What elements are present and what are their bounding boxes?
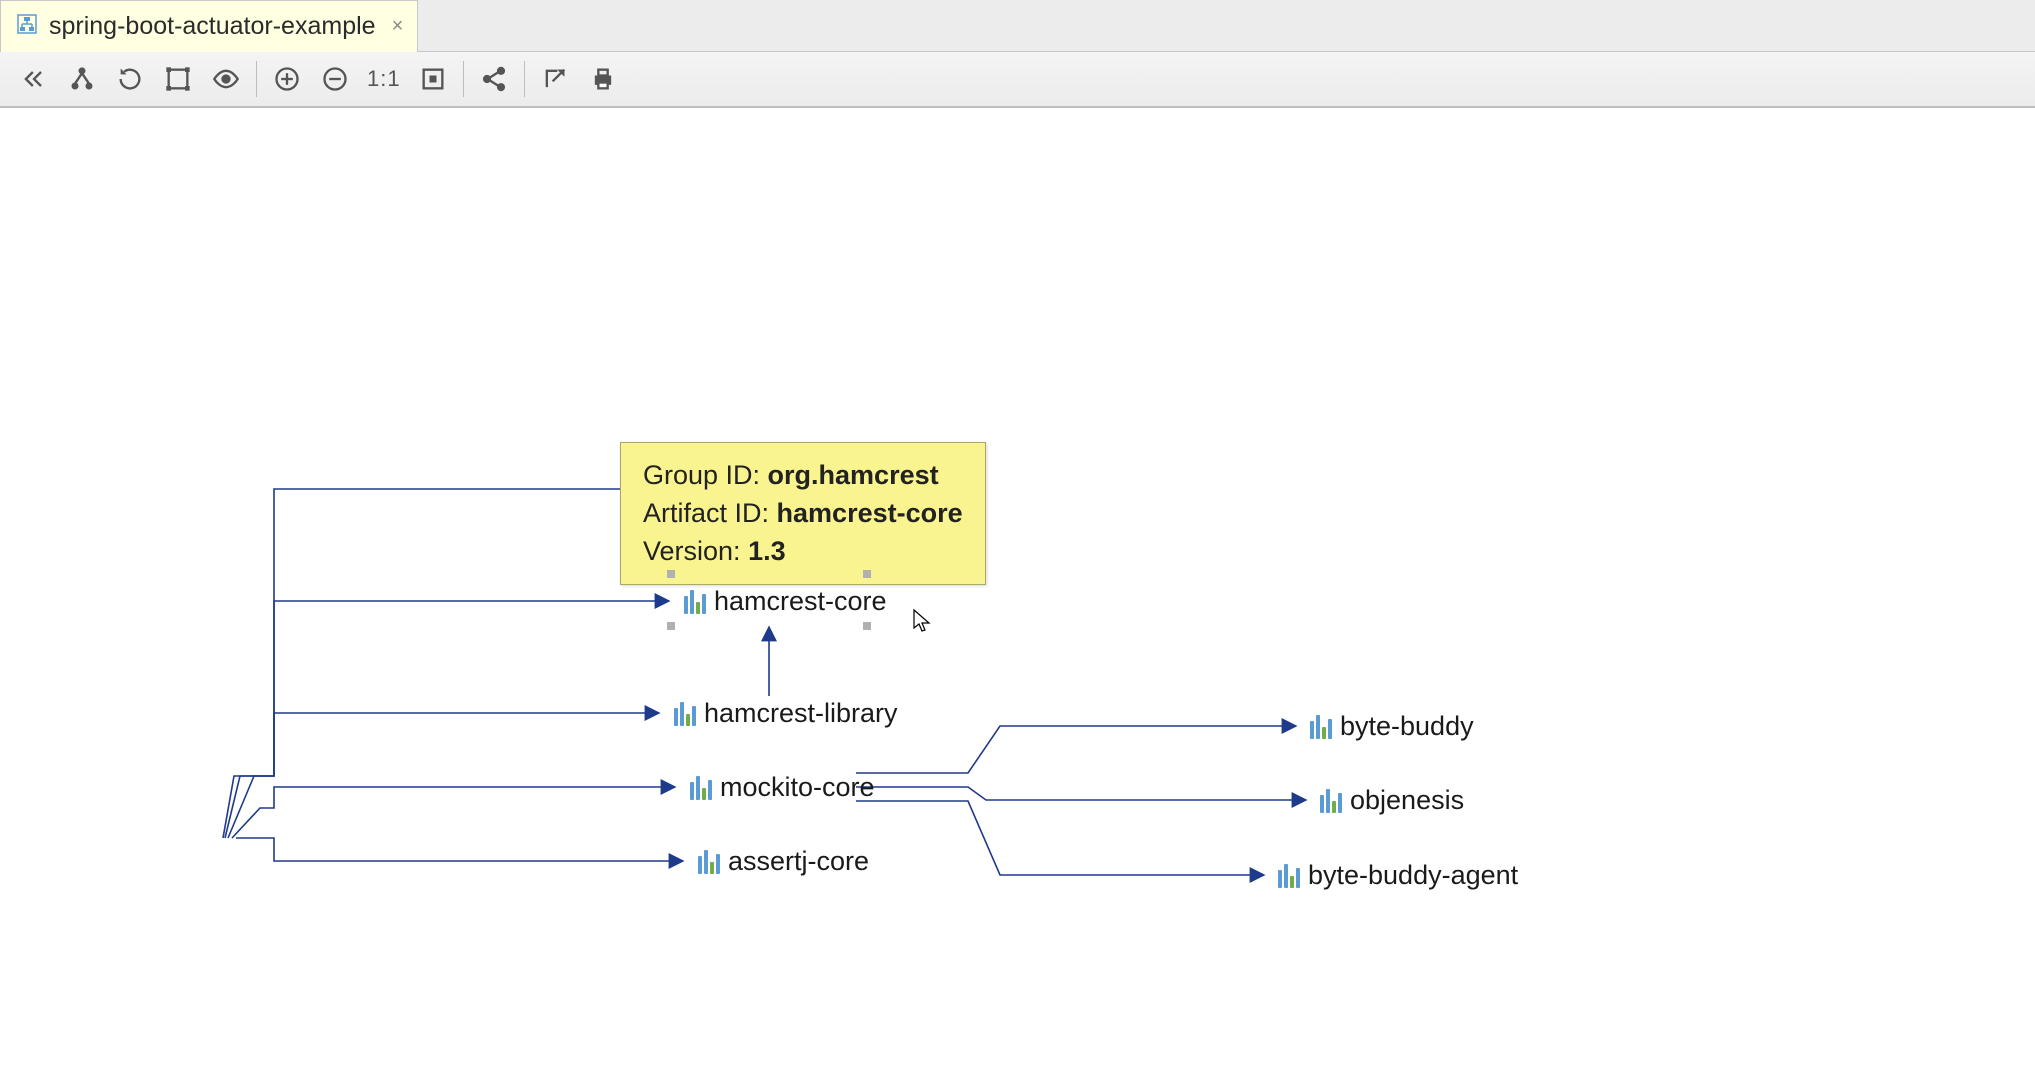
tooltip-version-value: 1.3 (748, 536, 786, 566)
node-byte-buddy[interactable]: byte-buddy (1310, 711, 1474, 742)
library-icon (690, 776, 712, 800)
zoom-out-icon[interactable] (311, 57, 359, 101)
node-hamcrest-core[interactable]: hamcrest-core (684, 586, 887, 617)
close-icon[interactable]: × (392, 15, 404, 38)
print-icon[interactable] (579, 57, 627, 101)
library-icon (674, 702, 696, 726)
share-icon[interactable] (470, 57, 518, 101)
node-label: assertj-core (728, 846, 869, 877)
export-icon[interactable] (531, 57, 579, 101)
library-icon (1320, 789, 1342, 813)
select-all-icon[interactable] (154, 57, 202, 101)
tooltip-version-label: Version: (643, 536, 748, 566)
node-label: byte-buddy (1340, 711, 1474, 742)
tab-diagram[interactable]: spring-boot-actuator-example × (0, 0, 418, 52)
node-byte-buddy-agent[interactable]: byte-buddy-agent (1278, 860, 1518, 891)
library-icon (684, 590, 706, 614)
node-label: mockito-core (720, 772, 875, 803)
selection-handle[interactable] (863, 622, 871, 630)
selection-handle[interactable] (667, 570, 675, 578)
tooltip-group-value: org.hamcrest (768, 460, 939, 490)
node-label: hamcrest-library (704, 698, 898, 729)
selection-handle[interactable] (863, 570, 871, 578)
collapse-back-icon[interactable] (10, 57, 58, 101)
tooltip-artifact-label: Artifact ID: (643, 498, 777, 528)
diagram-edges (0, 108, 2035, 1088)
zoom-ratio-button[interactable]: 1:1 (359, 66, 409, 92)
diagram-canvas[interactable]: junit Group ID: org.hamcrest Artifact ID… (0, 108, 2035, 1088)
library-icon (1310, 715, 1332, 739)
mouse-cursor-icon (912, 608, 932, 634)
toolbar-separator (256, 61, 257, 97)
tooltip-group-label: Group ID: (643, 460, 768, 490)
dependency-tooltip: Group ID: org.hamcrest Artifact ID: hamc… (620, 442, 986, 585)
selection-handle[interactable] (667, 622, 675, 630)
toolbar-separator (463, 61, 464, 97)
node-label: objenesis (1350, 785, 1464, 816)
library-icon (1278, 864, 1300, 888)
tab-bar: spring-boot-actuator-example × (0, 0, 2035, 52)
tab-title: spring-boot-actuator-example (49, 12, 376, 41)
node-label: hamcrest-core (714, 586, 887, 617)
toolbar: 1:1 (0, 52, 2035, 108)
node-label: byte-buddy-agent (1308, 860, 1518, 891)
toolbar-separator (524, 61, 525, 97)
library-icon (698, 850, 720, 874)
node-mockito-core[interactable]: mockito-core (690, 772, 875, 803)
visibility-icon[interactable] (202, 57, 250, 101)
fit-window-icon[interactable] (409, 57, 457, 101)
tooltip-artifact-value: hamcrest-core (777, 498, 963, 528)
diagram-icon (15, 12, 39, 41)
zoom-in-icon[interactable] (263, 57, 311, 101)
node-objenesis[interactable]: objenesis (1320, 785, 1464, 816)
refresh-icon[interactable] (106, 57, 154, 101)
tree-layout-icon[interactable] (58, 57, 106, 101)
node-assertj-core[interactable]: assertj-core (698, 846, 869, 877)
node-hamcrest-library[interactable]: hamcrest-library (674, 698, 898, 729)
